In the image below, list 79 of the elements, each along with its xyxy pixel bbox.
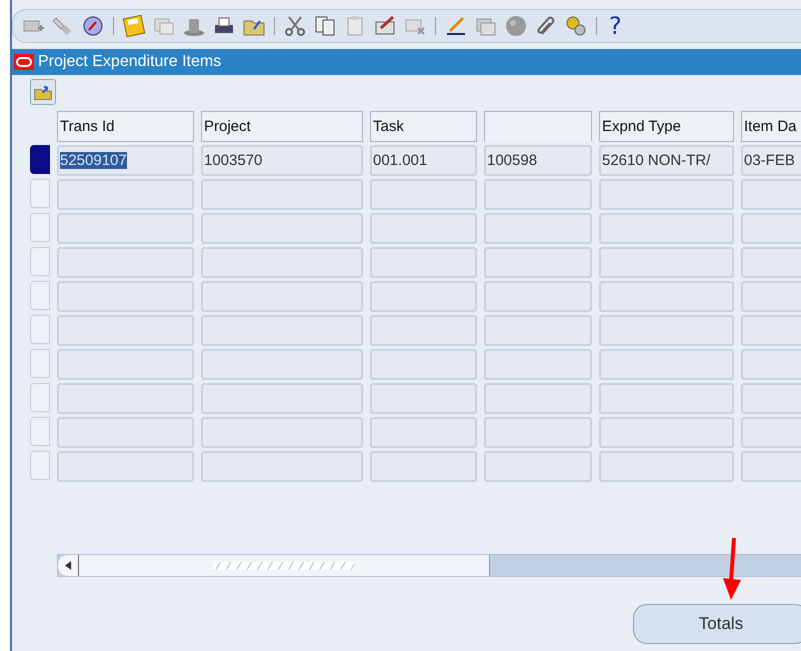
table-cell[interactable]	[599, 349, 734, 380]
table-cell[interactable]	[741, 417, 801, 448]
copy-icon[interactable]	[313, 14, 337, 38]
table-cell[interactable]	[484, 179, 592, 210]
table-cell[interactable]	[57, 213, 194, 244]
table-cell[interactable]	[741, 179, 801, 210]
table-cell[interactable]	[57, 417, 194, 448]
column-header: Task	[370, 111, 477, 142]
table-cell[interactable]	[599, 383, 734, 414]
save-icon[interactable]	[122, 14, 146, 38]
table-cell[interactable]	[370, 383, 477, 414]
table-cell[interactable]	[741, 349, 801, 380]
pen-icon[interactable]	[444, 14, 468, 38]
table-cell[interactable]: 100598	[484, 145, 592, 176]
table-cell[interactable]	[484, 417, 592, 448]
table-cell[interactable]	[370, 281, 477, 312]
table-cell[interactable]	[370, 247, 477, 278]
help-button[interactable]: ?	[605, 12, 626, 40]
table-cell[interactable]	[370, 349, 477, 380]
table-cell[interactable]	[741, 451, 801, 482]
pointer-arrow-icon	[720, 538, 744, 602]
table-cell[interactable]	[484, 281, 592, 312]
column-header: Project	[201, 111, 363, 142]
window-title: Project Expenditure Items	[38, 53, 222, 71]
table-cell[interactable]	[201, 417, 363, 448]
table-cell[interactable]	[599, 451, 734, 482]
table-cell[interactable]: 52509107	[57, 145, 194, 176]
table-cell[interactable]	[599, 315, 734, 346]
table-cell[interactable]	[370, 315, 477, 346]
table-cell[interactable]	[741, 315, 801, 346]
table-cell[interactable]	[201, 383, 363, 414]
table-cell[interactable]	[201, 349, 363, 380]
table-cell[interactable]	[370, 179, 477, 210]
table-cell[interactable]	[599, 179, 734, 210]
table-cell[interactable]	[201, 179, 363, 210]
table-cell[interactable]	[741, 383, 801, 414]
table-cell[interactable]	[201, 451, 363, 482]
scroll-left-icon[interactable]	[64, 561, 72, 570]
table-cell[interactable]	[57, 179, 194, 210]
table-cell[interactable]	[599, 417, 734, 448]
table-cell[interactable]	[57, 451, 194, 482]
table-cell[interactable]	[370, 417, 477, 448]
column-header: Item Da	[741, 111, 801, 142]
table-cell[interactable]	[201, 281, 363, 312]
table-cell[interactable]	[201, 315, 363, 346]
cut-icon[interactable]	[283, 14, 307, 38]
table-cell[interactable]	[57, 383, 194, 414]
horizontal-scrollbar[interactable]	[57, 554, 801, 577]
table-cell[interactable]	[484, 247, 592, 278]
table-cell[interactable]	[201, 247, 363, 278]
table-cell[interactable]	[57, 349, 194, 380]
oval-logo-icon	[14, 54, 34, 70]
table-cell[interactable]	[484, 383, 592, 414]
compass-icon[interactable]	[81, 14, 105, 38]
table-cell[interactable]	[599, 247, 734, 278]
table-cell[interactable]	[484, 213, 592, 244]
table-cell[interactable]	[599, 213, 734, 244]
table-cell[interactable]	[201, 213, 363, 244]
table-cell[interactable]	[484, 349, 592, 380]
open-folder-button[interactable]	[30, 79, 56, 105]
table-cell[interactable]	[57, 281, 194, 312]
table-cell[interactable]: 1003570	[201, 145, 363, 176]
table-cell[interactable]	[57, 315, 194, 346]
table-cell[interactable]	[370, 213, 477, 244]
row-indicator[interactable]	[30, 145, 50, 174]
table-cell[interactable]: 03-FEB	[741, 145, 801, 176]
table-cell[interactable]	[370, 451, 477, 482]
table-cell[interactable]	[741, 247, 801, 278]
table-cell[interactable]: 52610 NON-TR/	[599, 145, 734, 176]
totals-button[interactable]: Totals	[633, 604, 801, 644]
column-header: Expnd Type	[599, 111, 734, 142]
table-cell[interactable]: 001.001	[370, 145, 477, 176]
table-cell[interactable]	[484, 315, 592, 346]
table-cell[interactable]	[599, 281, 734, 312]
table-cell[interactable]	[484, 451, 592, 482]
table-cell[interactable]	[57, 247, 194, 278]
table-cell[interactable]	[741, 281, 801, 312]
table-cell[interactable]	[741, 213, 801, 244]
column-header: Trans Id	[57, 111, 194, 142]
